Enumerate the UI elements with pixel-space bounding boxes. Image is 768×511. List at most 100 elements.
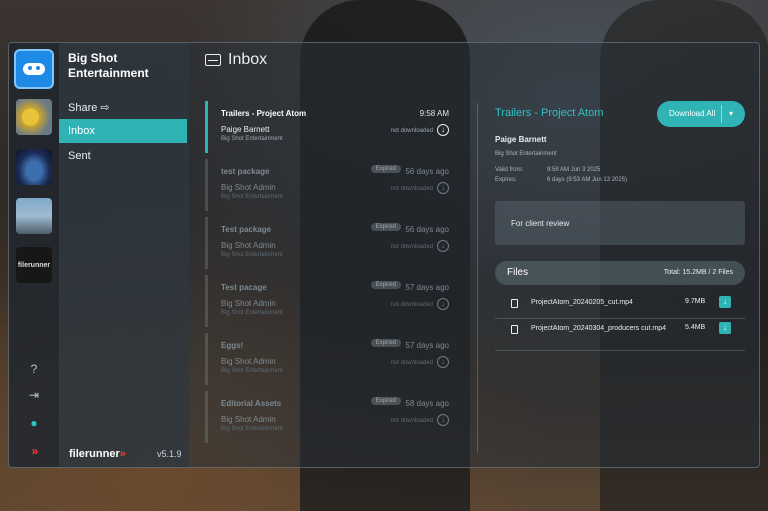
download-all-button[interactable]: Download All ▾ [657, 101, 745, 127]
package-time: 56 days ago [405, 167, 449, 176]
package-item[interactable]: Trailers - Project Atom 9:58 AM Paige Ba… [205, 101, 453, 153]
package-item[interactable]: Eggs! Expired 57 days ago Big Shot Admin… [205, 333, 453, 385]
app-window: filerunner ? ⇥ ● » Big Shot Entertainmen… [8, 42, 760, 468]
package-org: Big Shot Entertainment [221, 426, 283, 432]
expires-label: Expires: [495, 177, 517, 183]
workspace-big-shot[interactable] [14, 49, 54, 89]
nav-sidebar: Big Shot Entertainment Share ⇨ Inbox Sen… [59, 43, 189, 467]
package-status: not downloaded [390, 418, 433, 424]
package-title: Test package [221, 225, 272, 234]
brand-logo: filerunner» [69, 448, 126, 460]
expires-row: Expires: 6 days (9:53 AM Jun 13 2025) [495, 177, 627, 183]
workspace-filerunner[interactable]: filerunner [16, 247, 52, 283]
files-total: Total: 15.2MB / 2 Files [663, 269, 733, 276]
button-separator [721, 105, 722, 123]
file-row[interactable]: ProjectAtom_20240205_cut.mp4 9.7MB ↓ [495, 293, 745, 319]
package-time: 58 days ago [405, 399, 449, 408]
package-sender: Paige Barnett [221, 125, 270, 134]
package-indicator [205, 159, 208, 211]
package-sender: Big Shot Admin [221, 415, 276, 424]
package-time: 57 days ago [405, 283, 449, 292]
expired-badge: Expired [370, 165, 401, 173]
brand-name: filerunner [69, 448, 120, 460]
expired-badge: Expired [370, 281, 401, 289]
detail-title: Trailers - Project Atom [495, 107, 604, 119]
panel-divider [477, 103, 478, 453]
download-icon[interactable]: ↓ [437, 414, 449, 426]
app-version: v5.1.9 [157, 449, 182, 459]
user-icon[interactable]: ● [26, 415, 42, 431]
package-indicator [205, 333, 208, 385]
package-org: Big Shot Entertainment [221, 368, 283, 374]
detail-sender: Paige Barnett [495, 135, 547, 144]
file-row[interactable]: ProjectAtom_20240304_producers cut.mp4 5… [495, 319, 745, 351]
package-note-text: For client review [511, 219, 570, 228]
file-size: 9.7MB [685, 298, 706, 305]
expired-badge: Expired [370, 223, 401, 231]
package-org: Big Shot Entertainment [221, 194, 283, 200]
company-name: Big Shot Entertainment [68, 51, 149, 80]
workspace-filerunner-label: filerunner [17, 261, 51, 269]
package-org: Big Shot Entertainment [221, 136, 283, 142]
package-title: Editorial Assets [221, 399, 282, 408]
package-selected-indicator [205, 101, 208, 153]
file-name: ProjectAtom_20240205_cut.mp4 [531, 299, 633, 306]
nav-item-inbox[interactable]: Inbox [59, 119, 187, 143]
download-all-label: Download All [669, 109, 716, 118]
inbox-icon [205, 54, 221, 66]
package-list: Trailers - Project Atom 9:58 AM Paige Ba… [205, 101, 453, 451]
package-indicator [205, 391, 208, 443]
download-icon[interactable]: ↓ [437, 182, 449, 194]
package-time: 57 days ago [405, 341, 449, 350]
valid-from-value: 9:58 AM Jun 3 2025 [547, 167, 601, 173]
chevron-down-icon[interactable]: ▾ [729, 101, 733, 127]
package-title: test package [221, 167, 270, 176]
filerunner-chevron-icon: » [31, 444, 39, 458]
download-icon[interactable]: ↓ [719, 322, 731, 334]
package-item[interactable]: Editorial Assets Expired 58 days ago Big… [205, 391, 453, 443]
workspace-rail: filerunner ? ⇥ ● » [9, 43, 59, 467]
expired-badge: Expired [370, 339, 401, 347]
file-icon [511, 299, 518, 308]
package-detail: Trailers - Project Atom Download All ▾ P… [495, 101, 745, 461]
expired-badge: Expired [370, 397, 401, 405]
package-status: not downloaded [390, 302, 433, 308]
download-icon[interactable]: ↓ [437, 356, 449, 368]
download-icon[interactable]: ↓ [437, 240, 449, 252]
files-header[interactable]: Files Total: 15.2MB / 2 Files [495, 261, 745, 285]
package-sender: Big Shot Admin [221, 183, 276, 192]
page-title: Inbox [205, 51, 267, 69]
package-title: Test pacage [221, 283, 267, 292]
download-icon[interactable]: ↓ [719, 296, 731, 308]
file-name: ProjectAtom_20240304_producers cut.mp4 [531, 325, 667, 332]
package-status: not downloaded [390, 128, 433, 134]
nav-item-sent[interactable]: Sent [59, 144, 187, 168]
help-icon[interactable]: ? [26, 361, 42, 377]
workspace-thumbnail-1[interactable] [16, 99, 52, 135]
package-item[interactable]: Test pacage Expired 57 days ago Big Shot… [205, 275, 453, 327]
valid-from-row: Valid from: 9:58 AM Jun 3 2025 [495, 167, 600, 173]
workspace-thumbnail-2[interactable] [16, 149, 52, 185]
download-icon[interactable]: ↓ [437, 298, 449, 310]
nav-item-share[interactable]: Share ⇨ [59, 96, 187, 120]
package-status: not downloaded [390, 244, 433, 250]
page-title-text: Inbox [228, 51, 268, 68]
package-indicator [205, 275, 208, 327]
logout-icon[interactable]: ⇥ [26, 387, 42, 403]
package-status: not downloaded [390, 360, 433, 366]
package-org: Big Shot Entertainment [221, 310, 283, 316]
workspace-logo-icon [23, 63, 45, 75]
package-sender: Big Shot Admin [221, 357, 276, 366]
package-note: For client review [495, 201, 745, 245]
package-item[interactable]: Test package Expired 56 days ago Big Sho… [205, 217, 453, 269]
download-icon[interactable]: ↓ [437, 124, 449, 136]
file-size: 5.4MB [685, 324, 706, 331]
package-time: 56 days ago [405, 225, 449, 234]
package-sender: Big Shot Admin [221, 299, 276, 308]
package-status: not downloaded [390, 186, 433, 192]
package-indicator [205, 217, 208, 269]
workspace-thumbnail-3[interactable] [16, 198, 52, 234]
package-item[interactable]: test package Expired 56 days ago Big Sho… [205, 159, 453, 211]
package-time: 9:58 AM [419, 109, 449, 118]
brand-chevron-icon: » [119, 448, 126, 460]
